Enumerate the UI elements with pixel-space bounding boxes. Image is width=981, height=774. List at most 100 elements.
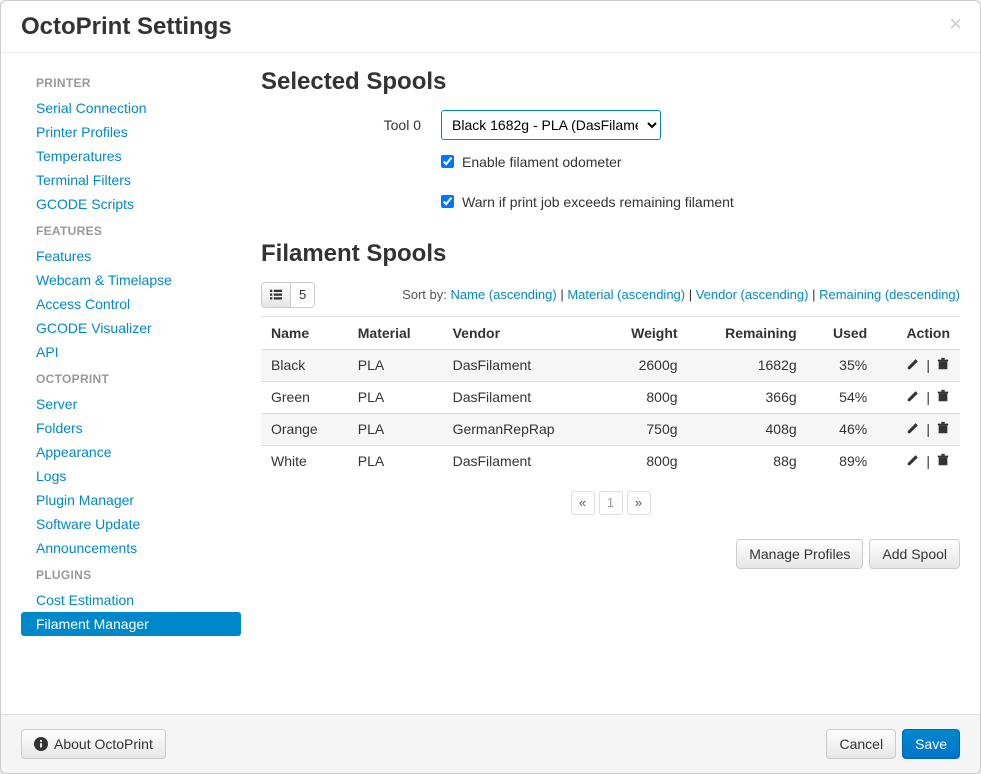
edit-icon[interactable] <box>906 357 920 374</box>
about-button[interactable]: About OctoPrint <box>21 729 166 759</box>
tool-label: Tool 0 <box>261 117 441 133</box>
sidebar-item-gcode-visualizer[interactable]: GCODE Visualizer <box>21 316 241 340</box>
col-material: Material <box>348 316 443 349</box>
sidebar-item-software-update[interactable]: Software Update <box>21 512 241 536</box>
page-size-selector[interactable]: 5 <box>261 282 315 308</box>
page-1[interactable]: 1 <box>599 491 623 515</box>
sort-link[interactable]: Vendor (ascending) <box>696 287 809 302</box>
sidebar-item-logs[interactable]: Logs <box>21 464 241 488</box>
enable-odometer-checkbox[interactable] <box>441 155 454 168</box>
cell-vendor: DasFilament <box>443 349 602 381</box>
sidebar-item-terminal-filters[interactable]: Terminal Filters <box>21 168 241 192</box>
col-used: Used <box>807 316 878 349</box>
sidebar-item-temperatures[interactable]: Temperatures <box>21 144 241 168</box>
cell-remaining: 408g <box>688 413 807 445</box>
cell-used: 89% <box>807 445 878 477</box>
about-label: About OctoPrint <box>54 736 153 752</box>
sidebar-item-gcode-scripts[interactable]: GCODE Scripts <box>21 192 241 216</box>
info-icon <box>34 737 48 751</box>
col-vendor: Vendor <box>443 316 602 349</box>
add-spool-button[interactable]: Add Spool <box>869 539 960 569</box>
table-row: GreenPLADasFilament800g366g54%| <box>261 381 960 413</box>
cell-action: | <box>877 349 960 381</box>
cell-weight: 800g <box>601 381 687 413</box>
trash-icon[interactable] <box>936 357 950 374</box>
col-weight: Weight <box>601 316 687 349</box>
cell-name: Orange <box>261 413 348 445</box>
modal-title: OctoPrint Settings <box>21 13 960 42</box>
settings-sidebar: PRINTERSerial ConnectionPrinter Profiles… <box>21 68 241 704</box>
nav-section-header: PRINTER <box>21 68 241 96</box>
sidebar-item-server[interactable]: Server <box>21 392 241 416</box>
cell-name: White <box>261 445 348 477</box>
cell-weight: 2600g <box>601 349 687 381</box>
list-icon <box>262 283 290 307</box>
cell-vendor: DasFilament <box>443 445 602 477</box>
sidebar-item-access-control[interactable]: Access Control <box>21 292 241 316</box>
cell-material: PLA <box>348 413 443 445</box>
cell-material: PLA <box>348 381 443 413</box>
cell-name: Black <box>261 349 348 381</box>
manage-profiles-button[interactable]: Manage Profiles <box>736 539 863 569</box>
cell-used: 54% <box>807 381 878 413</box>
cell-used: 35% <box>807 349 878 381</box>
warn-exceed-label[interactable]: Warn if print job exceeds remaining fila… <box>462 194 734 210</box>
enable-odometer-label[interactable]: Enable filament odometer <box>462 154 622 170</box>
settings-content: Selected Spools Tool 0 Black 1682g - PLA… <box>261 68 960 704</box>
page-prev[interactable]: « <box>571 491 595 515</box>
spools-table: NameMaterialVendorWeightRemainingUsedAct… <box>261 316 960 477</box>
sidebar-item-announcements[interactable]: Announcements <box>21 536 241 560</box>
edit-icon[interactable] <box>906 389 920 406</box>
sort-by-label: Sort by: <box>402 287 450 302</box>
nav-section-header: PLUGINS <box>21 560 241 588</box>
nav-section-header: FEATURES <box>21 216 241 244</box>
cell-action: | <box>877 413 960 445</box>
table-row: OrangePLAGermanRepRap750g408g46%| <box>261 413 960 445</box>
edit-icon[interactable] <box>906 421 920 438</box>
col-action: Action <box>877 316 960 349</box>
sort-link[interactable]: Remaining (descending) <box>819 287 960 302</box>
trash-icon[interactable] <box>936 453 950 470</box>
table-row: BlackPLADasFilament2600g1682g35%| <box>261 349 960 381</box>
col-name: Name <box>261 316 348 349</box>
cell-used: 46% <box>807 413 878 445</box>
tool-spool-select[interactable]: Black 1682g - PLA (DasFilament) <box>441 110 661 140</box>
sidebar-item-webcam-timelapse[interactable]: Webcam & Timelapse <box>21 268 241 292</box>
cell-vendor: GermanRepRap <box>443 413 602 445</box>
selected-spools-heading: Selected Spools <box>261 68 960 96</box>
table-row: WhitePLADasFilament800g88g89%| <box>261 445 960 477</box>
cell-material: PLA <box>348 445 443 477</box>
cell-material: PLA <box>348 349 443 381</box>
cell-weight: 800g <box>601 445 687 477</box>
sort-link[interactable]: Material (ascending) <box>567 287 685 302</box>
edit-icon[interactable] <box>906 453 920 470</box>
cell-remaining: 88g <box>688 445 807 477</box>
nav-section-header: OCTOPRINT <box>21 364 241 392</box>
save-button[interactable]: Save <box>902 729 960 759</box>
trash-icon[interactable] <box>936 421 950 438</box>
warn-exceed-checkbox[interactable] <box>441 195 454 208</box>
sidebar-item-plugin-manager[interactable]: Plugin Manager <box>21 488 241 512</box>
page-size-value: 5 <box>290 283 314 307</box>
sort-by-links: Sort by: Name (ascending) | Material (as… <box>402 287 960 302</box>
sidebar-item-cost-estimation[interactable]: Cost Estimation <box>21 588 241 612</box>
close-icon[interactable]: × <box>949 13 962 35</box>
sidebar-item-features[interactable]: Features <box>21 244 241 268</box>
sidebar-item-appearance[interactable]: Appearance <box>21 440 241 464</box>
cell-action: | <box>877 381 960 413</box>
col-remaining: Remaining <box>688 316 807 349</box>
sidebar-item-api[interactable]: API <box>21 340 241 364</box>
sidebar-item-printer-profiles[interactable]: Printer Profiles <box>21 120 241 144</box>
sidebar-item-serial-connection[interactable]: Serial Connection <box>21 96 241 120</box>
trash-icon[interactable] <box>936 389 950 406</box>
sort-link[interactable]: Name (ascending) <box>451 287 557 302</box>
cell-weight: 750g <box>601 413 687 445</box>
pagination: «1» <box>261 491 960 515</box>
cancel-button[interactable]: Cancel <box>826 729 896 759</box>
cell-remaining: 1682g <box>688 349 807 381</box>
cell-name: Green <box>261 381 348 413</box>
sidebar-item-filament-manager[interactable]: Filament Manager <box>21 612 241 636</box>
cell-vendor: DasFilament <box>443 381 602 413</box>
sidebar-item-folders[interactable]: Folders <box>21 416 241 440</box>
page-next[interactable]: » <box>627 491 651 515</box>
